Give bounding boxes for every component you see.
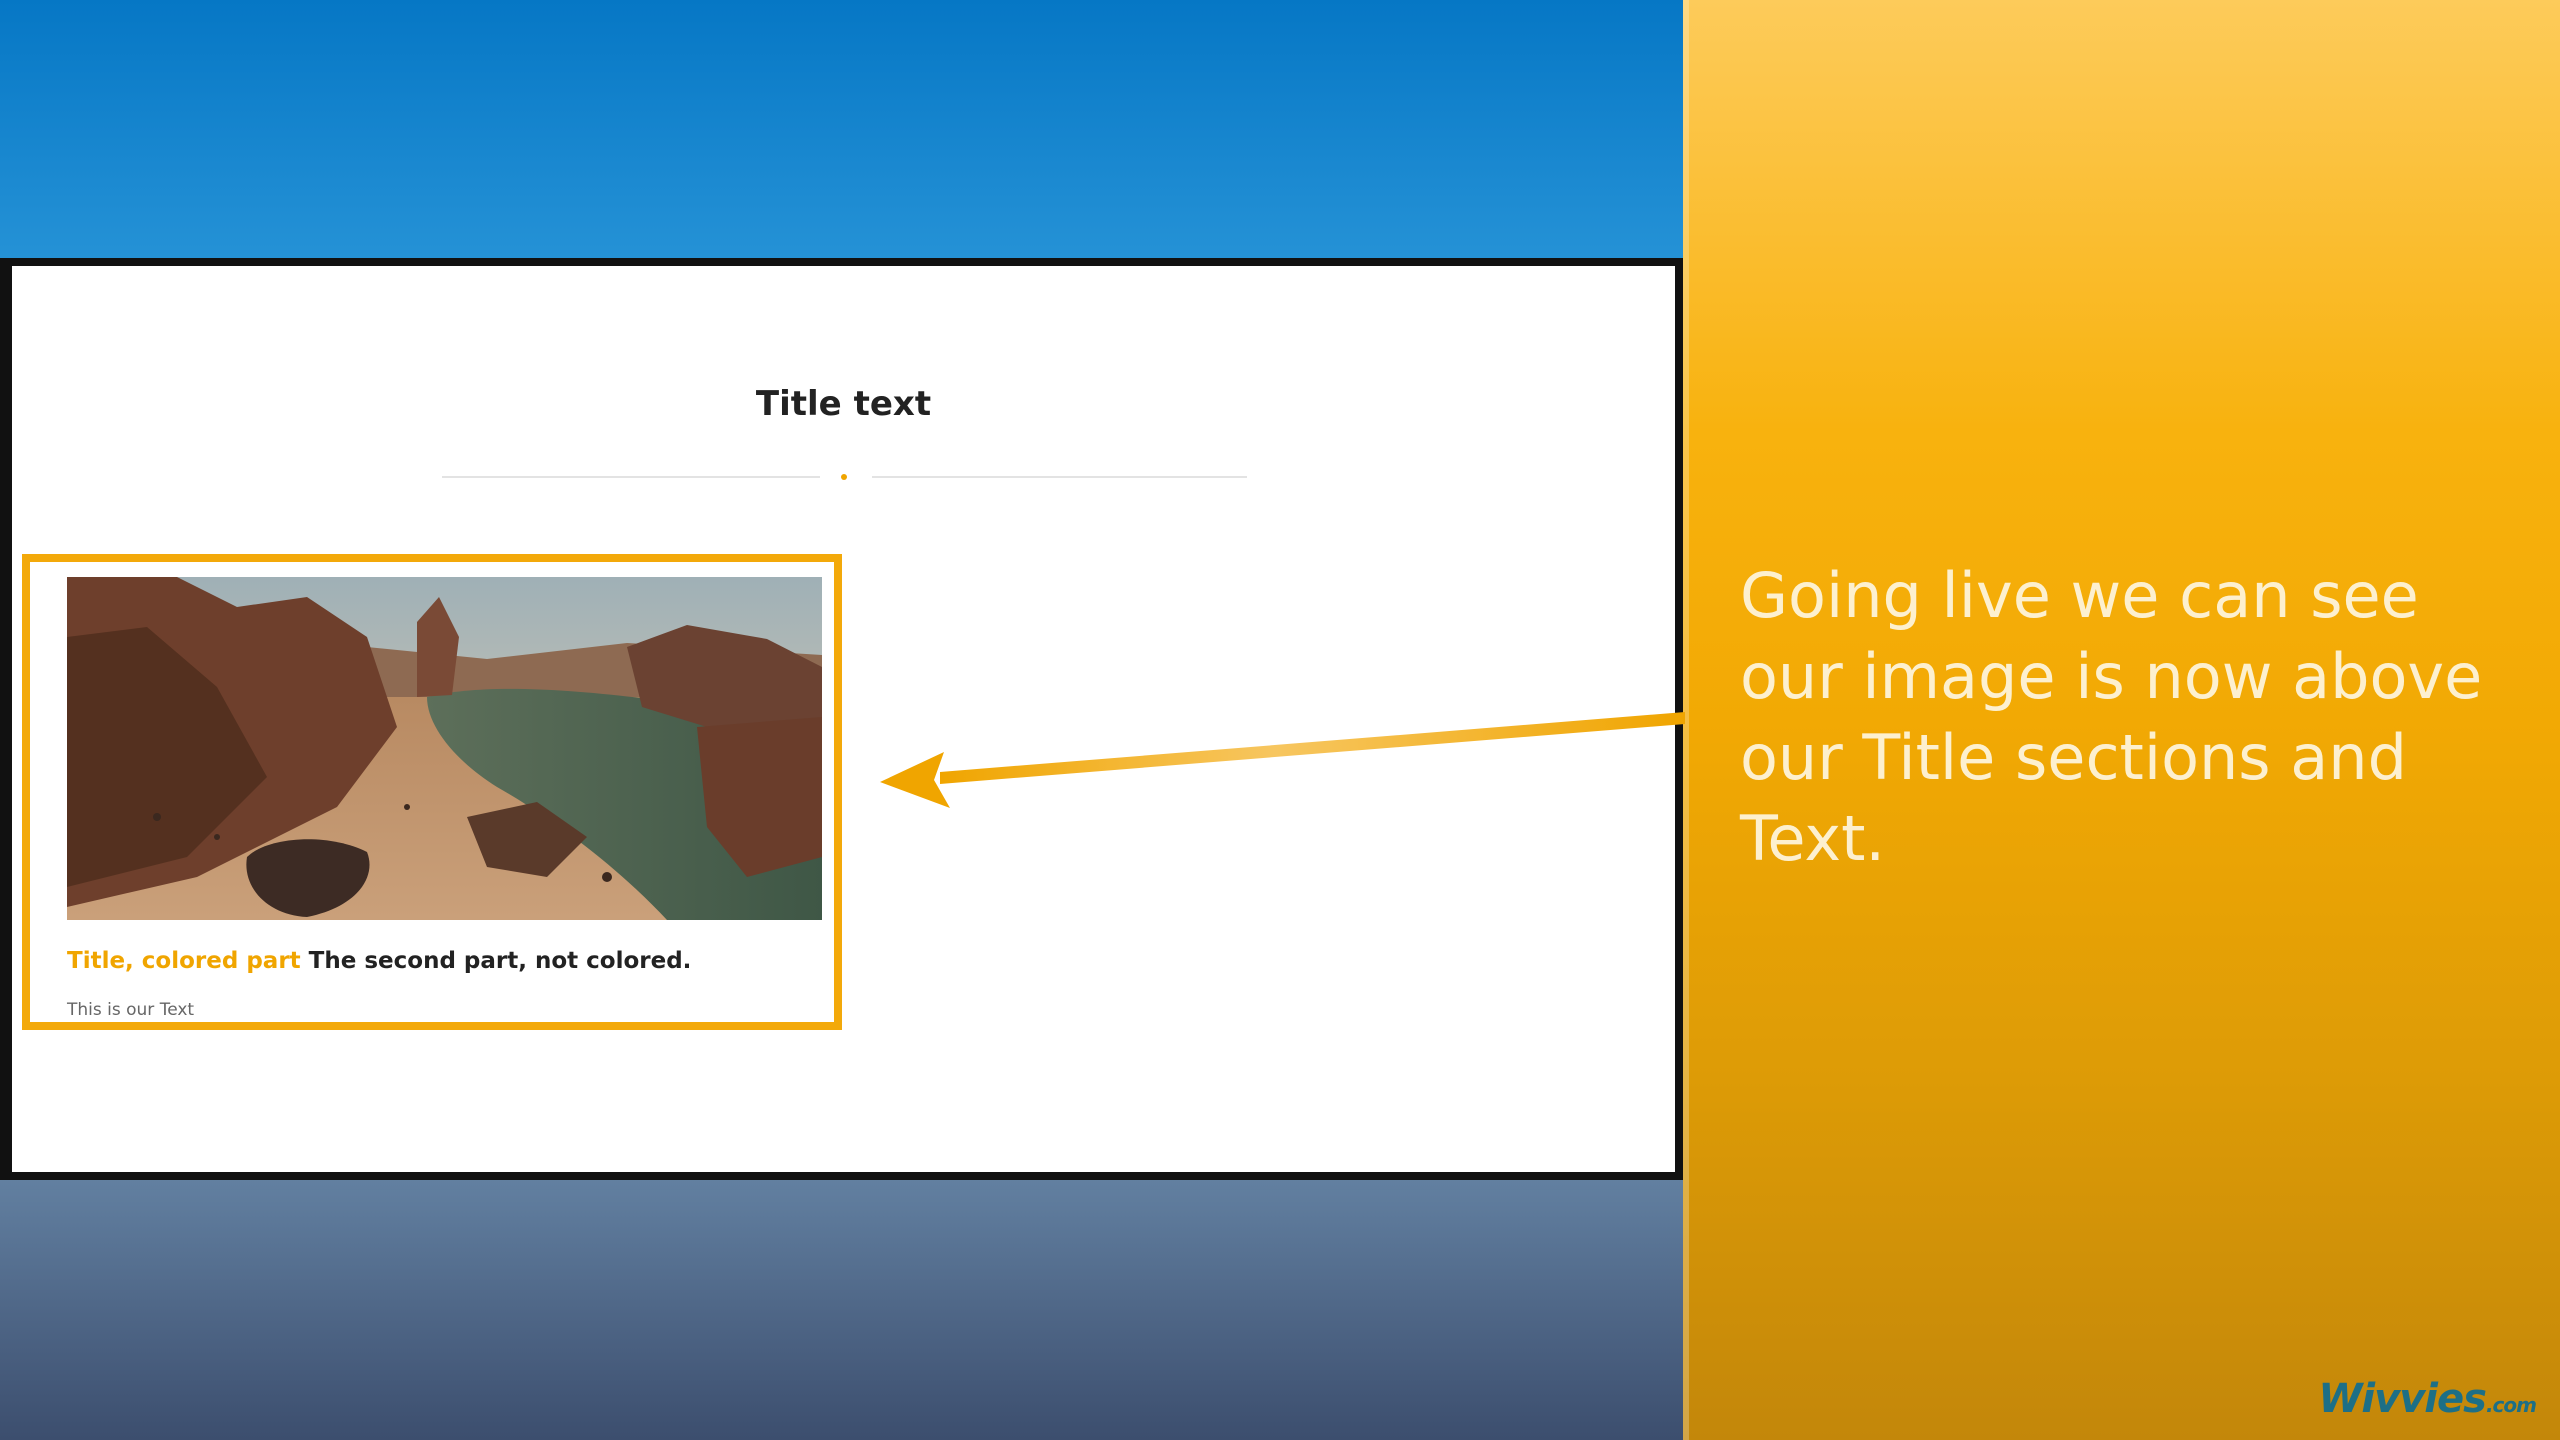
card-text: This is our Text [67,1000,195,1020]
brand-logo: Wivvies.com [2318,1376,2537,1422]
image-card-highlight[interactable]: Title, colored part The second part, not… [22,554,842,1030]
brand-name: Wivvies [2318,1376,2487,1422]
card-title-colored: Title, colored part [67,948,301,974]
brand-suffix: .com [2485,1393,2537,1417]
separator-dot [841,474,847,480]
card-title: Title, colored part The second part, not… [67,948,691,974]
separator-line-left [442,476,820,478]
arrow-pointer-icon [880,712,1685,808]
desert-canyon-image [67,577,822,920]
separator-line-right [872,476,1247,478]
page-title: Title text [755,384,932,424]
card-image[interactable] [67,577,822,920]
annotation-text: Going live we can see our image is now a… [1740,559,2483,875]
card-title-plain: The second part, not colored. [308,948,692,974]
title-separator [442,471,1247,481]
